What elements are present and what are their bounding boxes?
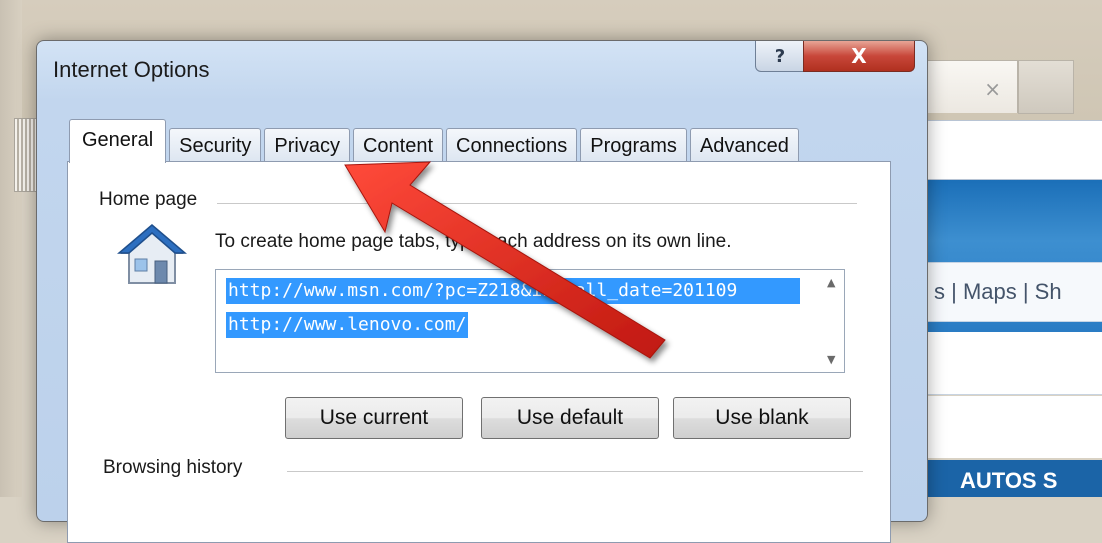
home-page-icon [117,224,187,284]
dialog-title: Internet Options [53,57,210,82]
close-button[interactable]: X [803,41,915,72]
tab-connections[interactable]: Connections [446,128,578,162]
page-search-bar [920,332,1102,395]
home-url-2[interactable]: http://www.lenovo.com/ [226,312,469,338]
page-bottom-nav[interactable]: AUTOS S [920,460,1102,497]
home-page-url-textarea[interactable]: http://www.msn.com/?pc=Z218&install_date… [215,269,845,373]
use-default-button[interactable]: Use default [481,397,659,439]
scroll-up-icon[interactable]: ▲ [827,276,835,289]
home-url-1[interactable]: http://www.msn.com/?pc=Z218&install_date… [226,278,800,304]
nav-links-text[interactable]: s | Maps | Sh [934,279,1062,304]
url-scrollbar[interactable]: ▲ ▼ [822,270,844,372]
close-icon: X [851,44,867,68]
new-tab-button[interactable] [1018,60,1074,114]
home-page-section-label: Home page [99,189,208,211]
browsing-history-section-label: Browsing history [103,457,253,479]
tab-strip: General Security Privacy Content Connect… [69,119,802,163]
tab-privacy[interactable]: Privacy [264,128,350,162]
tab-close-icon[interactable]: × [984,77,1001,101]
tab-security[interactable]: Security [169,128,262,162]
tab-advanced[interactable]: Advanced [689,128,799,162]
home-page-divider [217,203,857,204]
help-button[interactable]: ? [755,41,805,72]
page-content-strip [920,396,1102,458]
use-current-button[interactable]: Use current [285,397,463,439]
browser-left-edge [0,0,22,497]
home-page-instructions: To create home page tabs, type each addr… [215,231,732,252]
url-list: http://www.msn.com/?pc=Z218&install_date… [226,278,800,338]
browser-address-bar[interactable] [920,120,1102,180]
tab-general[interactable]: General [69,119,167,163]
page-nav-links[interactable]: s | Maps | Sh [920,262,1102,322]
use-blank-button[interactable]: Use blank [673,397,851,439]
tab-content[interactable]: Content [352,128,444,162]
tab-programs[interactable]: Programs [580,128,687,162]
browsing-history-divider [287,471,863,472]
bottom-nav-text[interactable]: AUTOS S [960,468,1057,493]
internet-options-dialog: Internet Options ? X General Security Pr… [36,40,928,543]
scroll-down-icon[interactable]: ▼ [827,353,835,366]
